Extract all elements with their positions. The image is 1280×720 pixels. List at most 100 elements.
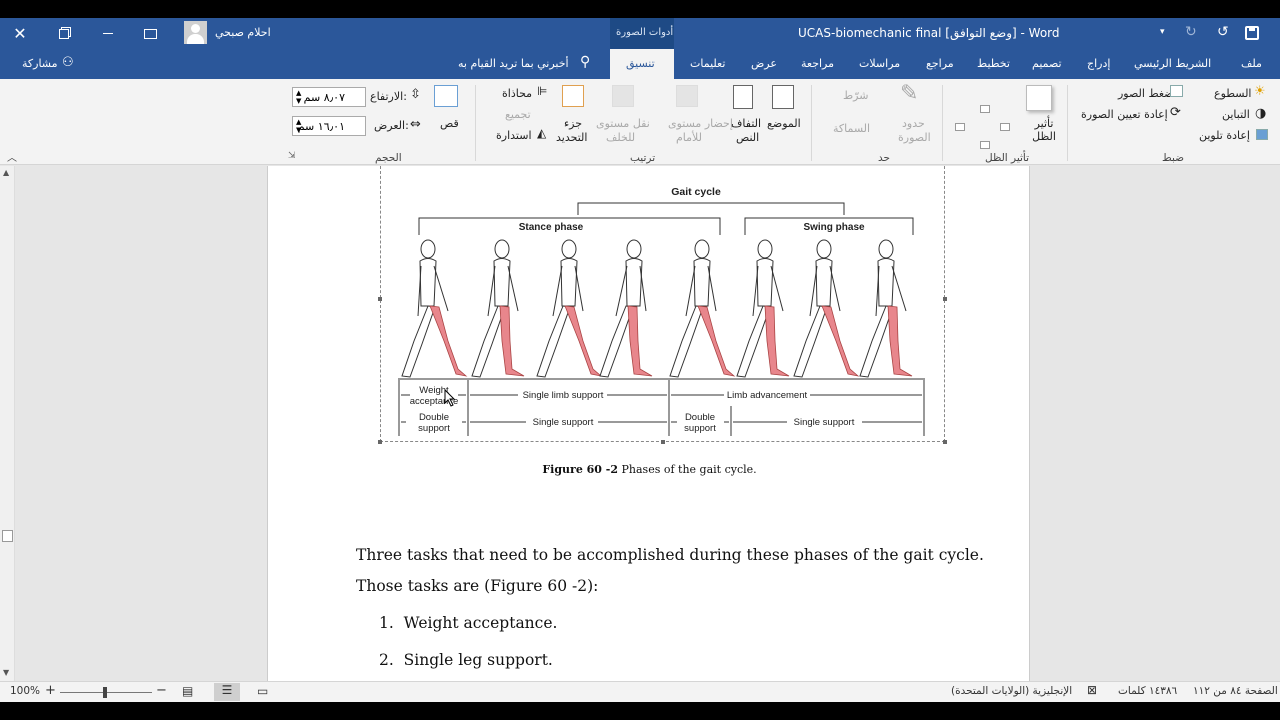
picture-border-line2: الصورة [898,131,931,144]
redo-icon[interactable]: ↻ [1185,24,1197,40]
vertical-scrollbar[interactable]: ▲ ▼ [0,166,15,681]
zoom-slider[interactable] [60,687,152,698]
document-page[interactable]: Gait cycle Stance phase Swing phase Weig… [267,166,1030,681]
position-button[interactable]: الموضع [767,117,801,130]
picture-border-button[interactable]: حدود [902,117,925,130]
position-icon [772,85,794,109]
share-button[interactable]: مشاركة [22,57,58,70]
zoom-slider-thumb[interactable] [103,687,107,698]
figure-title: Gait cycle [671,186,721,198]
title-bar: ✕ احلام صبحي أدوات الصورة UCAS-biomechan… [0,18,1280,49]
tell-me-input[interactable]: أخبرني بما تريد القيام به [458,57,569,70]
arrange-group-label: ترتيب [630,152,656,164]
shadow-left-icon [955,123,965,131]
crop-button[interactable]: قص [440,117,459,130]
bring-forward-line2: للأمام [676,131,702,144]
tab-references[interactable]: مراجع [926,57,954,70]
tab-layout[interactable]: تخطيط [977,57,1010,70]
scroll-thumb[interactable] [2,530,13,542]
resize-handle[interactable] [943,297,947,301]
tab-insert[interactable]: إدراج [1087,57,1110,70]
border-group-label: حد [878,152,891,164]
zoom-out-icon[interactable]: − [156,683,167,698]
minimize-button[interactable] [88,18,128,49]
language-status[interactable]: الإنجليزية (الولايات المتحدة) [951,685,1072,697]
list-item: 1. Weight acceptance. [379,614,558,632]
customize-qat-icon[interactable]: ▾ [1160,27,1165,37]
restore-button[interactable] [44,18,84,49]
width-field[interactable]: ١٦٫٠١ سم ▲ ▼ [292,116,366,136]
selection-pane-icon [562,85,584,107]
gait-cycle-figure: Gait cycle Stance phase Swing phase Weig… [398,186,925,436]
dashes-button[interactable]: شرّط [843,89,868,102]
stance-phase-label: Stance phase [519,222,584,233]
crop-icon [434,85,458,107]
color-button[interactable]: التباين [1222,108,1250,121]
ribbon-display-button[interactable] [130,18,170,49]
page-number[interactable]: الصفحة ٨٤ من ١١٢ [1193,685,1278,697]
undo-icon[interactable]: ↺ [1217,24,1229,40]
reset-picture-button[interactable]: إعادة تعيين الصورة [1081,108,1168,121]
proofing-icon[interactable]: ⊠ [1087,683,1097,697]
tab-file[interactable]: ملف [1241,57,1262,70]
tab-view[interactable]: عرض [751,57,777,70]
size-launcher-icon[interactable]: ⇲ [288,151,296,161]
artistic-button[interactable]: إعادة تلوين [1199,129,1250,142]
tab-format-label[interactable]: تنسيق [626,57,655,70]
ribbon: السطوع ☀ التباين ◑ إعادة تلوين ضغط الصور… [0,79,1280,165]
scroll-down-icon[interactable]: ▼ [3,668,9,677]
document-title: UCAS-biomechanic final [وضع التوافق] - W… [798,26,1060,40]
share-icon[interactable]: ⚇ [62,55,74,70]
height-field[interactable]: ٨٫٠٧ سم ▲ ▼ [292,87,366,107]
compress-button[interactable]: ضغط الصور [1118,87,1174,100]
read-mode-icon[interactable]: ▭ [257,684,268,698]
status-bar: 100% + − ▤ ☰ ▭ الإنجليزية (الولايات المت… [0,681,1280,702]
send-backward-line2: للخلف [606,131,636,144]
send-backward-button[interactable]: نقل مستوى [596,117,650,130]
tab-help[interactable]: تعليمات [690,57,725,70]
wrap-text-icon [733,85,753,109]
scroll-up-icon[interactable]: ▲ [3,168,9,177]
web-layout-icon[interactable]: ▤ [182,684,193,698]
resize-handle[interactable] [943,440,947,444]
walking-figure [599,239,653,378]
user-name[interactable]: احلام صبحي [215,26,271,39]
height-label: الارتفاع: [370,90,407,103]
selection-pane-button[interactable]: جزء [564,117,582,130]
width-spinner-icon[interactable]: ▲ ▼ [296,118,301,134]
group-button[interactable]: تجميع [505,108,531,121]
picture-border-icon: ✎ [900,81,919,106]
walking-figure [401,239,468,378]
print-layout-icon[interactable]: ☰ [214,683,240,701]
rotate-icon: ◭ [537,126,547,140]
width-icon: ⇔ [410,117,421,132]
list-item: 2. Single leg support. [379,651,553,669]
shadow-effects-icon [1026,85,1052,111]
compress-icon [1170,85,1183,97]
zoom-in-icon[interactable]: + [45,683,56,698]
bring-forward-button[interactable]: إحضار مستوى [668,117,733,130]
tab-home[interactable]: الشريط الرئيسي [1134,57,1211,70]
collapse-ribbon-icon[interactable]: ︿ [7,149,17,164]
save-icon[interactable] [1245,26,1259,40]
height-spinner-icon[interactable]: ▲ ▼ [296,89,301,105]
shadow-effects-button[interactable]: تأثير الظل [1029,117,1059,143]
align-button[interactable]: محاذاة [502,87,532,100]
weight-button[interactable]: السماكة [833,122,870,135]
word-count[interactable]: ١٤٣٨٦ كلمات [1118,685,1177,697]
shadow-nudge-icon [980,105,990,113]
ribbon-display-icon [143,28,157,39]
tab-review[interactable]: مراجعة [801,57,834,70]
walking-figure [793,239,860,378]
zoom-level[interactable]: 100% [10,685,40,697]
avatar[interactable] [184,21,207,44]
tab-design[interactable]: تصميم [1032,57,1062,70]
rotate-button[interactable]: استدارة [496,129,532,142]
wrap-text-button[interactable]: التفاف [731,117,761,130]
context-tab-label: أدوات الصورة [616,27,674,38]
tab-mailings[interactable]: مراسلات [859,57,900,70]
corrections-button[interactable]: السطوع [1214,87,1252,100]
single-support-label: Single support [533,417,594,428]
wrap-text-line2: النص [736,131,760,144]
close-button[interactable]: ✕ [0,18,40,49]
